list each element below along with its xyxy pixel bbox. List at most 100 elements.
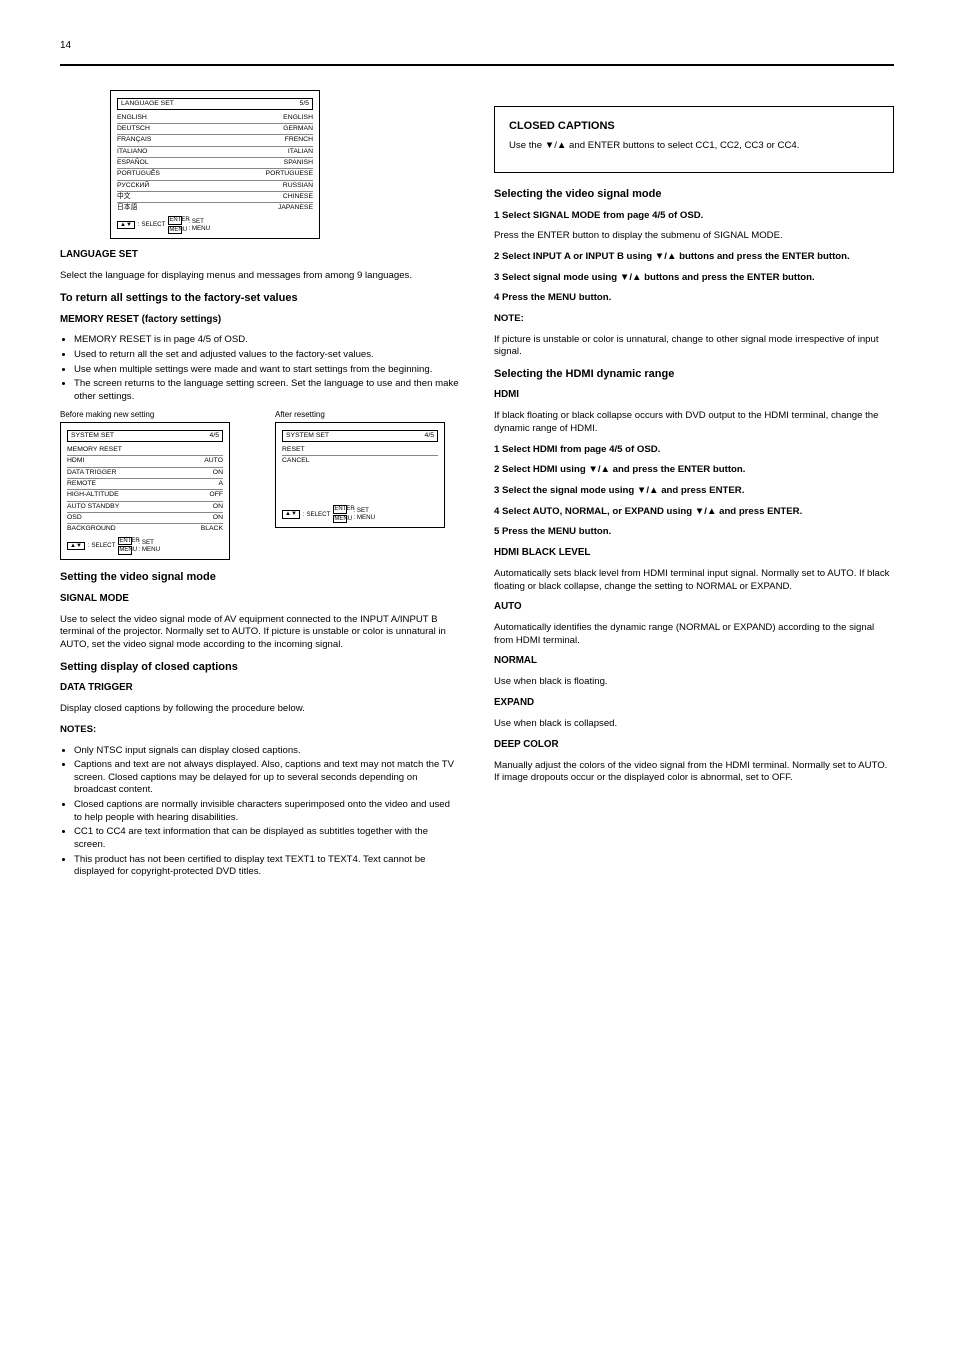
- osd-row-label: OSD: [67, 514, 82, 522]
- osd-row-label: DATA TRIGGER: [67, 469, 116, 477]
- hdmi-black-level-subhead: HDMI BLACK LEVEL: [494, 547, 894, 560]
- notes-head: NOTES:: [60, 724, 460, 737]
- normal-label: NORMAL: [494, 655, 894, 668]
- closed-captions-section-head: Setting display of closed captions: [60, 660, 460, 675]
- osd-row-label: BACKGROUND: [67, 525, 116, 533]
- auto-body: Automatically identifies the dynamic ran…: [494, 622, 894, 647]
- osd-row-value: RUSSIAN: [283, 182, 313, 190]
- osd-row-label: ESPAÑOL: [117, 159, 149, 167]
- deep-color-subhead: DEEP COLOR: [494, 739, 894, 752]
- signal-mode-body: Use to select the video signal mode of A…: [60, 614, 460, 652]
- enter-key-icon: ENTER: [168, 216, 182, 225]
- factory-reset-section-head: To return all settings to the factory-se…: [60, 291, 460, 306]
- hdmi-step-3: 3 Select the signal mode using ▼/▲ and p…: [494, 485, 894, 498]
- osd-hint-menu: : MENU: [138, 546, 160, 553]
- cc-box-title: CLOSED CAPTIONS: [509, 119, 879, 134]
- menu-key-icon: MENU: [333, 515, 347, 524]
- header-rule: [60, 64, 894, 66]
- osd-row-value: SPANISH: [284, 159, 313, 167]
- osd-row-value: A: [218, 480, 223, 488]
- list-item: Used to return all the set and adjusted …: [74, 349, 460, 362]
- memory-reset-bullets: MEMORY RESET is in page 4/5 of OSD. Used…: [60, 334, 460, 403]
- osd-row-label: ITALIANO: [117, 148, 147, 156]
- enter-key-icon: ENTER: [118, 537, 132, 546]
- page-number: 14: [60, 40, 71, 51]
- osd-row-label: РУССКИЙ: [117, 182, 149, 190]
- osd-hint-select: : SELECT: [88, 542, 116, 549]
- list-item: Only NTSC input signals can display clos…: [74, 745, 460, 758]
- osd-hint-set: : SET: [353, 507, 375, 514]
- osd-row-value: ON: [213, 503, 223, 511]
- enter-key-icon: ENTER: [333, 505, 347, 514]
- hdmi-subhead: HDMI: [494, 389, 894, 402]
- osd-row-value: ENGLISH: [283, 114, 313, 122]
- before-reset-label: Before making new setting: [60, 410, 245, 421]
- hdmi-black-level-body: Automatically sets black level from HDMI…: [494, 568, 894, 593]
- osd-row-label: MEMORY RESET: [67, 446, 122, 454]
- osd-title: SYSTEM SET: [71, 432, 114, 440]
- osd-screen-system-before: SYSTEM SET 4/5 MEMORY RESET HDMI AUTO DAT…: [60, 422, 230, 560]
- step-4: 4 Press the MENU button.: [494, 292, 894, 305]
- hdmi-step-1: 1 Select HDMI from page 4/5 of OSD.: [494, 444, 894, 457]
- osd-row-label: 日本語: [117, 204, 137, 212]
- osd-hint-select: : SELECT: [138, 221, 166, 228]
- osd-row-label: FRANÇAIS: [117, 136, 151, 144]
- hdmi-step-2: 2 Select HDMI using ▼/▲ and press the EN…: [494, 464, 894, 477]
- osd-row-value: AUTO: [204, 457, 223, 465]
- osd-row-value: ON: [213, 469, 223, 477]
- data-trigger-body: Display closed captions by following the…: [60, 703, 460, 716]
- signal-mode-subhead: SIGNAL MODE: [60, 593, 460, 606]
- updown-icon: ▲▼: [117, 221, 135, 230]
- osd-row-label: PORTUGUÊS: [117, 170, 160, 178]
- normal-body: Use when black is floating.: [494, 676, 894, 689]
- osd-row-value: ITALIAN: [288, 148, 313, 156]
- closed-captions-callout-box: CLOSED CAPTIONS Use the ▼/▲ and ENTER bu…: [494, 106, 894, 173]
- left-column: LANGUAGE SET 5/5 ENGLISH ENGLISH DEUTSCH G…: [60, 86, 460, 883]
- list-item: This product has not been certified to d…: [74, 854, 460, 879]
- osd-row-value: CHINESE: [283, 193, 313, 201]
- note-head: NOTE:: [494, 313, 894, 326]
- auto-label: AUTO: [494, 601, 894, 614]
- expand-label: EXPAND: [494, 697, 894, 710]
- updown-icon: ▲▼: [67, 542, 85, 551]
- list-item: Use when multiple settings were made and…: [74, 364, 460, 377]
- language-set-body: Select the language for displaying menus…: [60, 270, 460, 283]
- note-body: If picture is unstable or color is unnat…: [494, 334, 894, 359]
- expand-body: Use when black is collapsed.: [494, 718, 894, 731]
- osd-row-label: ENGLISH: [117, 114, 147, 122]
- hdmi-step-5: 5 Press the MENU button.: [494, 526, 894, 539]
- menu-key-icon: MENU: [168, 226, 182, 235]
- osd-page-indicator: 4/5: [425, 432, 434, 440]
- osd-row-label: DEUTSCH: [117, 125, 150, 133]
- list-item: The screen returns to the language setti…: [74, 378, 460, 403]
- data-trigger-subhead: DATA TRIGGER: [60, 682, 460, 695]
- osd-hint-select: : SELECT: [303, 511, 331, 518]
- osd-page-indicator: 4/5: [210, 432, 219, 440]
- step-3: 3 Select signal mode using ▼/▲ buttons a…: [494, 272, 894, 285]
- osd-row-label: HDMI: [67, 457, 84, 465]
- osd-row-label: RESET: [282, 446, 305, 454]
- osd-row-label: CANCEL: [282, 457, 310, 465]
- osd-row-label: 中文: [117, 193, 131, 201]
- signal-mode-section-head: Setting the video signal mode: [60, 570, 460, 585]
- list-item: MEMORY RESET is in page 4/5 of OSD.: [74, 334, 460, 347]
- osd-hint-set: : SET: [138, 539, 160, 546]
- step-2: 2 Select INPUT A or INPUT B using ▼/▲ bu…: [494, 251, 894, 264]
- list-item: Closed captions are normally invisible c…: [74, 799, 460, 824]
- cc-box-body: Use the ▼/▲ and ENTER buttons to select …: [509, 140, 879, 153]
- updown-icon: ▲▼: [282, 510, 300, 519]
- hdmi-section-head: Selecting the HDMI dynamic range: [494, 367, 894, 382]
- closed-caption-notes: Only NTSC input signals can display clos…: [60, 745, 460, 880]
- step-1: 1 Select SIGNAL MODE from page 4/5 of OS…: [494, 210, 894, 223]
- right-column: CLOSED CAPTIONS Use the ▼/▲ and ENTER bu…: [494, 86, 894, 883]
- osd-row-value: GERMAN: [283, 125, 313, 133]
- hdmi-body: If black floating or black collapse occu…: [494, 410, 894, 435]
- osd-row-value: OFF: [209, 491, 223, 499]
- osd-page-indicator: 5/5: [300, 100, 309, 108]
- selecting-signal-mode-head: Selecting the video signal mode: [494, 187, 894, 202]
- deep-color-body: Manually adjust the colors of the video …: [494, 760, 894, 785]
- after-reset-label: After resetting: [275, 410, 460, 421]
- step-1-body: Press the ENTER button to display the su…: [494, 230, 894, 243]
- osd-screen-system-after: SYSTEM SET 4/5 RESET CANCEL ▲▼ : SELECT …: [275, 422, 445, 528]
- osd-title: LANGUAGE SET: [121, 100, 174, 108]
